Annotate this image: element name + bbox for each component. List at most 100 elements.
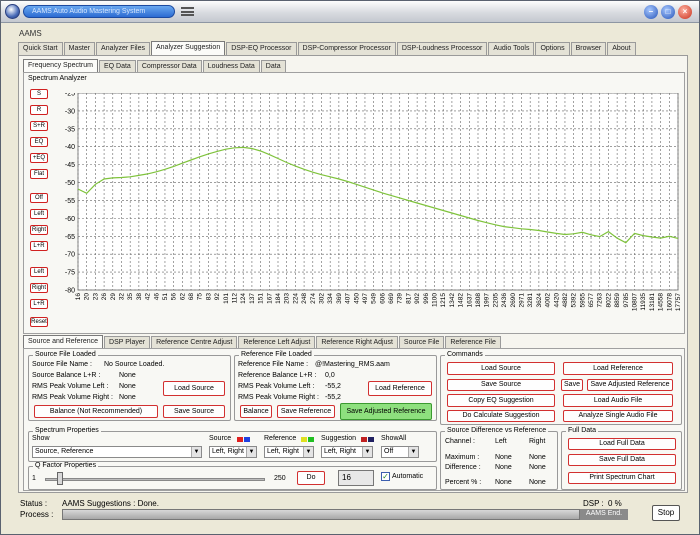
y-tick-label: -25 — [65, 93, 75, 98]
source-channel-select[interactable]: Left, Right ▼ — [209, 446, 257, 458]
source-peak-right-label: RMS Peak Volume Right : — [32, 394, 113, 401]
close-button[interactable]: × — [678, 5, 692, 19]
x-tick-label: 16078 — [666, 293, 673, 311]
app-name: AAMS — [19, 29, 42, 38]
tab-dsp-eq[interactable]: DSP-EQ Processor — [226, 42, 297, 55]
spectrum-properties-group: Spectrum Properties Show Source, Referen… — [28, 427, 437, 462]
commands-group-label: Commands — [445, 351, 485, 358]
save-adjusted-reference-button[interactable]: Save Adjusted Reference — [340, 403, 432, 420]
tab-dsp-compressor[interactable]: DSP-Compressor Processor — [297, 42, 396, 55]
source-color-right — [244, 437, 250, 442]
chevron-down-icon: ▼ — [362, 447, 372, 457]
cmd-analyze-single-button[interactable]: Analyze Single Audio File — [563, 410, 673, 422]
qfactor-do-button[interactable]: Do — [297, 471, 325, 485]
save-full-data-button[interactable]: Save Full Data — [568, 454, 676, 466]
x-tick-label: 1997 — [484, 293, 491, 308]
tab-dsp-loudness[interactable]: DSP-Loudness Processor — [396, 42, 488, 55]
print-spectrum-chart-button[interactable]: Print Spectrum Chart — [568, 472, 676, 484]
reference-channel-select[interactable]: Left, Right ▼ — [264, 446, 314, 458]
load-reference-button[interactable]: Load Reference — [368, 381, 432, 396]
qfactor-value-field[interactable]: 16 — [338, 470, 374, 486]
tab-analyzer-files[interactable]: Analyzer Files — [96, 42, 150, 55]
menu-icon[interactable] — [181, 7, 194, 16]
dsp-label: DSP : — [583, 499, 604, 508]
load-full-data-button[interactable]: Load Full Data — [568, 438, 676, 450]
spectrum-off-button[interactable]: Off — [30, 193, 48, 203]
cmd-load-reference-button[interactable]: Load Reference — [563, 362, 673, 375]
suggestion-select-label: Suggestion — [321, 435, 357, 442]
cmd-save-adjusted-reference-button[interactable]: Save Adjusted Reference — [587, 379, 673, 391]
tab-master[interactable]: Master — [63, 42, 96, 55]
stop-button[interactable]: Stop — [652, 505, 680, 521]
spectrum-side-buttons: S R S+R EQ +EQ Flat Off Left Right L+R L… — [28, 87, 58, 335]
cmd-load-audio-button[interactable]: Load Audio File — [563, 394, 673, 407]
full-data-group: Full Data Load Full Data Save Full Data … — [561, 427, 682, 490]
showall-label: ShowAll — [381, 435, 407, 442]
show-label: Show — [32, 435, 50, 442]
spectrum-reset-button[interactable]: Reset — [30, 317, 48, 327]
x-tick-label: 5955 — [579, 293, 586, 308]
tab-analyzer-suggestion[interactable]: Analyzer Suggestion — [151, 41, 226, 55]
reference-name-label: Reference File Name : — [238, 361, 309, 368]
tab-options[interactable]: Options — [535, 42, 570, 55]
tab-about[interactable]: About — [607, 42, 636, 55]
source-name-value: No Source Loaded. — [104, 361, 165, 368]
minimize-button[interactable]: – — [644, 5, 658, 19]
spectrum-lr-2-button[interactable]: L+R — [30, 299, 48, 309]
spectrum-plus-eq-button[interactable]: +EQ — [30, 153, 48, 163]
x-tick-label: 83 — [205, 293, 212, 301]
spectrum-left-button[interactable]: Left — [30, 209, 48, 219]
subtab-frequency-spectrum[interactable]: Frequency Spectrum — [23, 59, 98, 73]
tab-quick-start[interactable]: Quick Start — [18, 42, 63, 55]
spectrum-flat-button[interactable]: Flat — [30, 169, 48, 179]
spectrum-left-2-button[interactable]: Left — [30, 267, 48, 277]
qfactor-group: Q Factor Properties 1 250 Do 16 ✓ Automa… — [28, 462, 437, 490]
suggestion-channel-select[interactable]: Left, Right ▼ — [321, 446, 373, 458]
tab-browser[interactable]: Browser — [570, 42, 607, 55]
x-tick-label: 669 — [388, 293, 395, 304]
commands-group: Commands Load Source Load Reference Save… — [440, 351, 682, 425]
cmd-save-button[interactable]: Save — [561, 379, 583, 391]
save-reference-button[interactable]: Save Reference — [277, 405, 335, 418]
cmd-do-calculate-button[interactable]: Do Calculate Suggestion — [447, 410, 555, 422]
suggestion-color-right — [368, 437, 374, 442]
tab-audio-tools[interactable]: Audio Tools — [488, 42, 535, 55]
x-tick-label: 8859 — [614, 293, 621, 308]
x-tick-label: 23 — [92, 293, 99, 301]
x-tick-label: 51 — [162, 293, 169, 301]
load-source-button[interactable]: Load Source — [163, 381, 225, 396]
spectrum-chart: -25-30-35-40-45-50-55-60-65-70-75-8016 20… — [65, 93, 682, 311]
spectrum-props-label: Spectrum Properties — [33, 427, 101, 434]
spectrum-right-2-button[interactable]: Right — [30, 283, 48, 293]
qfactor-max: 250 — [274, 475, 286, 482]
reference-color-left — [301, 437, 307, 442]
cmd-copy-eq-button[interactable]: Copy EQ Suggestion — [447, 394, 555, 407]
qfactor-slider-handle[interactable] — [57, 472, 63, 485]
balance-reference-button[interactable]: Balance — [240, 405, 272, 418]
save-source-button[interactable]: Save Source — [163, 405, 225, 418]
x-tick-label: 3624 — [536, 293, 543, 308]
spectrum-source-button[interactable]: S — [30, 89, 48, 99]
show-select[interactable]: Source, Reference ▼ — [32, 446, 202, 458]
spectrum-lr-button[interactable]: L+R — [30, 241, 48, 251]
x-tick-label: 450 — [353, 293, 360, 304]
automatic-checkbox[interactable]: ✓ — [381, 472, 390, 481]
maximize-button[interactable]: □ — [661, 5, 675, 19]
cmd-save-source-button[interactable]: Save Source — [447, 379, 555, 391]
reference-group-label: Reference File Loaded — [239, 351, 314, 358]
x-tick-label: 137 — [249, 293, 256, 304]
x-tick-label: 606 — [379, 293, 386, 304]
x-tick-label: 902 — [414, 293, 421, 304]
cmd-load-source-button[interactable]: Load Source — [447, 362, 555, 375]
spectrum-reference-button[interactable]: R — [30, 105, 48, 115]
percent-left: None — [495, 479, 512, 486]
qfactor-slider-track[interactable] — [45, 478, 265, 481]
spectrum-right-button[interactable]: Right — [30, 225, 48, 235]
suggestion-channel-value: Left, Right — [324, 448, 356, 455]
spectrum-eq-button[interactable]: EQ — [30, 137, 48, 147]
tab-source-and-reference[interactable]: Source and Reference — [23, 335, 104, 349]
showall-select[interactable]: Off ▼ — [381, 446, 419, 458]
balance-source-button[interactable]: Balance (Not Recommended) — [34, 405, 158, 418]
source-peak-right-value: None — [119, 394, 136, 401]
spectrum-source-reference-button[interactable]: S+R — [30, 121, 48, 131]
